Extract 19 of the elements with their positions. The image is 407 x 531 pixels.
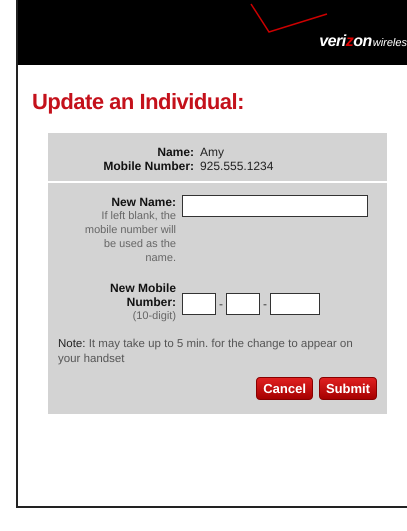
field-label: Mobile Number: [102,159,194,173]
name-input-field[interactable] [182,195,368,217]
line-number-field[interactable] [270,293,320,315]
field-value: Amy [200,145,225,159]
prefix-field[interactable] [226,293,260,315]
field-value: 925.555.1234 [200,159,274,173]
separator: - [219,297,223,311]
note-text: Note: It may take up to 5 min. for the change to appear on your handset [58,337,354,367]
field-label: Name: [156,145,194,159]
area-code-field[interactable] [182,293,216,315]
action-button[interactable]: Submit [318,377,377,400]
field-label: New Name: [110,195,176,209]
field-hint: (10-digit) [132,309,176,323]
field-hint: If left blank, the mobile number will be used as the name. [84,209,176,265]
field-label: New Mobile Number: [108,281,176,309]
page-title: Update an Individual: [32,89,245,115]
separator: - [263,297,267,311]
action-button[interactable]: Cancel [256,377,313,400]
brand-logo: verizonwireles [319,32,407,52]
